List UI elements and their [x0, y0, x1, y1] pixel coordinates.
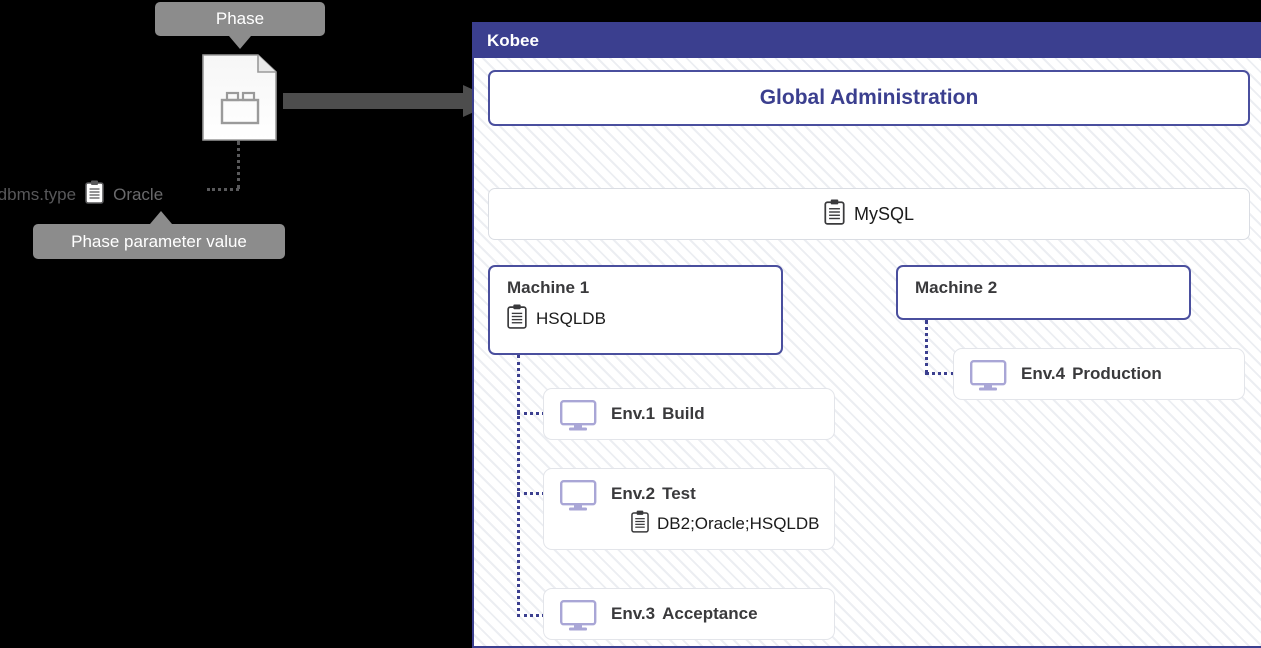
parameter-name: rdbms.type — [0, 184, 77, 204]
environment-production-id: Env.4 — [1021, 364, 1066, 383]
environment-build-name: Build — [662, 404, 705, 423]
parameter-value: Oracle — [113, 184, 164, 204]
environment-test-id: Env.2 — [611, 484, 656, 503]
left-canvas: Phase rdbms.type Oracle Phase parameter … — [0, 0, 498, 648]
environment-production-name: Production — [1072, 364, 1162, 383]
connector-machine-2-env-4 — [925, 372, 955, 375]
machine-card-1[interactable]: Machine 1 HSQLDB — [488, 265, 783, 355]
environment-card-test[interactable]: Env.2 Test DB2;Oracle;HSQLDB — [543, 468, 835, 550]
phase-document-icon[interactable] — [202, 54, 277, 141]
connector-machine-1-env-2 — [517, 492, 545, 495]
kobee-title: Kobee — [487, 31, 539, 50]
clipboard-icon — [631, 510, 649, 538]
callout-tail-icon — [150, 211, 172, 224]
kobee-titlebar: Kobee — [474, 24, 1261, 58]
callout-phase-label: Phase — [215, 9, 265, 28]
monitor-icon — [560, 400, 597, 436]
kobee-panel: Kobee Global Administration MySQL Machin… — [472, 22, 1261, 648]
callout-tail-icon — [229, 36, 251, 49]
right-arrow-icon — [283, 85, 498, 117]
environment-acceptance-title: Env.3 Acceptance — [611, 604, 758, 624]
monitor-icon — [560, 480, 597, 516]
environment-card-production[interactable]: Env.4 Production — [953, 348, 1245, 400]
environment-test-database-label: DB2;Oracle;HSQLDB — [657, 514, 820, 533]
environment-build-id: Env.1 — [611, 404, 656, 423]
clipboard-icon — [507, 304, 527, 334]
machine-2-title: Machine 2 — [915, 278, 998, 297]
connector-machine-1-trunk — [517, 355, 520, 617]
phase-leader-horizontal — [207, 188, 239, 191]
environment-acceptance-id: Env.3 — [611, 604, 656, 623]
environment-production-title: Env.4 Production — [1021, 364, 1162, 384]
monitor-icon — [560, 600, 597, 636]
connector-machine-1-env-1 — [517, 412, 545, 415]
global-database-label: MySQL — [853, 203, 914, 224]
global-database-row[interactable]: MySQL — [488, 188, 1250, 240]
callout-phase: Phase — [155, 2, 325, 49]
connector-machine-2-trunk — [925, 320, 928, 374]
environment-build-text: Env.1 Build — [611, 400, 705, 424]
machine-1-title: Machine 1 — [507, 278, 590, 297]
global-administration-label: Global Administration — [759, 86, 979, 109]
callout-phase-parameter-value: Phase parameter value — [33, 211, 285, 259]
kobee-body: Global Administration MySQL Machine 1 HS… — [474, 58, 1261, 646]
environment-test-name: Test — [662, 484, 696, 503]
phase-parameter-row: rdbms.type Oracle — [0, 180, 163, 209]
environment-production-text: Env.4 Production — [1021, 360, 1162, 384]
environment-card-build[interactable]: Env.1 Build — [543, 388, 835, 440]
monitor-icon — [970, 360, 1007, 396]
environment-card-acceptance[interactable]: Env.3 Acceptance — [543, 588, 835, 640]
machine-1-database-label: HSQLDB — [536, 309, 606, 328]
callout-param-label: Phase parameter value — [71, 231, 247, 251]
environment-build-title: Env.1 Build — [611, 404, 705, 424]
connector-machine-1-env-3 — [517, 614, 545, 617]
machine-1-database: HSQLDB — [507, 304, 764, 334]
environment-test-title: Env.2 Test — [611, 484, 820, 504]
machine-card-2[interactable]: Machine 2 — [896, 265, 1191, 320]
environment-test-text: Env.2 Test DB2;Oracle;HSQLDB — [611, 480, 820, 538]
clipboard-icon — [85, 180, 104, 209]
environment-test-database: DB2;Oracle;HSQLDB — [631, 510, 820, 538]
global-administration-box[interactable]: Global Administration — [488, 70, 1250, 126]
environment-acceptance-text: Env.3 Acceptance — [611, 600, 758, 624]
environment-acceptance-name: Acceptance — [662, 604, 758, 623]
phase-leader-vertical — [237, 141, 240, 189]
clipboard-icon — [824, 199, 845, 230]
